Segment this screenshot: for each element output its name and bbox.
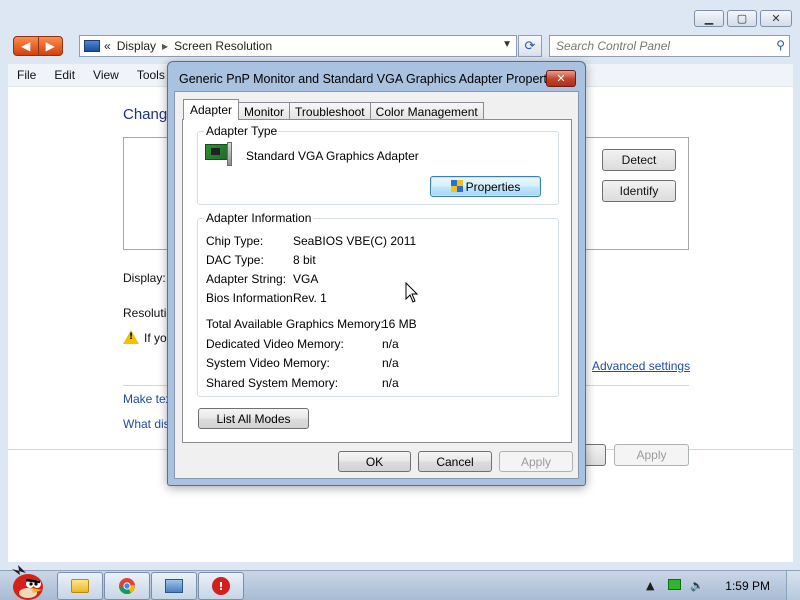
chip-type-value: SeaBIOS VBE(C) 2011	[293, 234, 417, 248]
chrome-icon	[119, 578, 135, 595]
taskbar-display-settings[interactable]	[151, 572, 197, 600]
advanced-settings-link[interactable]: Advanced settings	[592, 359, 690, 373]
identify-button[interactable]: Identify	[602, 180, 676, 202]
taskbar-app[interactable]: !	[198, 572, 244, 600]
maximize-button[interactable]: ▢	[727, 10, 757, 27]
nav-buttons: ◀ ▶	[13, 36, 63, 56]
volume-icon[interactable]: 🔈	[690, 579, 704, 592]
detect-button[interactable]: Detect	[602, 149, 676, 171]
adapter-type-legend: Adapter Type	[204, 124, 280, 138]
refresh-icon[interactable]: ⟳	[518, 35, 542, 57]
taskbar-chrome[interactable]	[104, 572, 150, 600]
cancel-button[interactable]: Cancel	[418, 451, 492, 472]
tab-strip: Adapter Monitor Troubleshoot Color Manag…	[183, 99, 484, 120]
taskbar: ! ▲ 🔈 1:59 PM	[0, 565, 800, 600]
apply-button[interactable]: Apply	[614, 444, 689, 466]
apply-button-disabled[interactable]: Apply	[499, 451, 573, 472]
dialog-body: Adapter Monitor Troubleshoot Color Manag…	[174, 91, 579, 479]
system-video-memory-value: n/a	[382, 356, 399, 370]
display-label: Display:	[123, 271, 166, 285]
shared-system-memory-label: Shared System Memory:	[206, 376, 339, 390]
adapter-properties-dialog: Generic PnP Monitor and Standard VGA Gra…	[167, 61, 586, 486]
adapter-tab-panel: Adapter Type Standard VGA Graphics Adapt…	[182, 119, 572, 443]
clock[interactable]: 1:59 PM	[725, 579, 770, 593]
menu-file[interactable]: File	[8, 68, 45, 82]
bios-information-value: Rev. 1	[293, 291, 327, 305]
address-bar[interactable]: « Display ▸ Screen Resolution ▼	[79, 35, 517, 57]
menu-view[interactable]: View	[84, 68, 128, 82]
shared-system-memory-value: n/a	[382, 376, 399, 390]
system-video-memory-label: System Video Memory:	[206, 356, 330, 370]
what-display-settings-link[interactable]: What dis	[123, 417, 170, 431]
red-app-icon: !	[212, 577, 230, 595]
tab-adapter[interactable]: Adapter	[183, 99, 240, 120]
network-icon[interactable]	[668, 579, 681, 590]
tab-troubleshoot[interactable]: Troubleshoot	[289, 102, 371, 120]
dedicated-video-memory-value: n/a	[382, 337, 399, 351]
adapter-name: Standard VGA Graphics Adapter	[246, 149, 419, 163]
uac-shield-icon	[450, 180, 463, 193]
dialog-titlebar[interactable]: Generic PnP Monitor and Standard VGA Gra…	[168, 62, 585, 94]
page-title: Chang	[123, 106, 168, 123]
minimize-button[interactable]: ▁	[694, 10, 724, 27]
adapter-string-value: VGA	[293, 272, 319, 286]
show-desktop-button[interactable]	[786, 571, 800, 600]
make-text-larger-link[interactable]: Make tex	[123, 392, 172, 406]
breadcrumb-overflow[interactable]: «	[104, 39, 111, 53]
properties-button-label: Properties	[465, 179, 521, 194]
tab-color-management[interactable]: Color Management	[369, 102, 484, 120]
bios-information-label: Bios Information:	[206, 291, 297, 305]
window-controls: ▁ ▢ ✕	[694, 10, 792, 27]
display-settings-icon	[165, 579, 183, 593]
total-graphics-memory-value: 16 MB	[382, 317, 417, 331]
resolution-label: Resolutio	[123, 306, 174, 320]
chevron-down-icon[interactable]: ▼	[502, 39, 512, 50]
adapter-string-label: Adapter String:	[206, 272, 287, 286]
control-panel-icon	[84, 40, 100, 52]
adapter-information-group: Adapter Information Chip Type: SeaBIOS V…	[197, 211, 559, 397]
tab-monitor[interactable]: Monitor	[238, 102, 291, 120]
start-button[interactable]	[6, 563, 46, 600]
properties-button[interactable]: Properties	[430, 176, 541, 197]
taskbar-explorer[interactable]	[57, 572, 103, 600]
forward-arrow-icon[interactable]: ▶	[39, 37, 63, 55]
search-icon[interactable]: ⚲	[776, 38, 785, 52]
search-placeholder: Search Control Panel	[556, 39, 671, 53]
breadcrumb-screen-resolution[interactable]: Screen Resolution	[174, 39, 272, 53]
breadcrumb-display[interactable]: Display	[117, 39, 156, 53]
breadcrumb-separator-icon[interactable]: ▸	[162, 39, 168, 53]
dialog-title: Generic PnP Monitor and Standard VGA Gra…	[179, 72, 564, 86]
dac-type-label: DAC Type:	[206, 253, 264, 267]
show-hidden-icons-icon[interactable]: ▲	[646, 579, 654, 592]
warning-text: If yo	[144, 331, 167, 345]
back-arrow-icon[interactable]: ◀	[14, 37, 39, 55]
dedicated-video-memory-label: Dedicated Video Memory:	[206, 337, 344, 351]
adapter-information-legend: Adapter Information	[204, 211, 314, 225]
navigation-bar: ◀ ▶ « Display ▸ Screen Resolution ▼ ⟳ Se…	[0, 34, 800, 58]
dialog-close-button[interactable]: ✕	[546, 70, 576, 87]
search-input[interactable]: Search Control Panel ⚲	[549, 35, 790, 57]
ok-button[interactable]: OK	[338, 451, 411, 472]
adapter-type-group: Adapter Type Standard VGA Graphics Adapt…	[197, 124, 559, 205]
list-all-modes-button[interactable]: List All Modes	[198, 408, 309, 429]
folder-icon	[71, 579, 89, 593]
dac-type-value: 8 bit	[293, 253, 316, 267]
warning-icon	[123, 330, 139, 344]
total-graphics-memory-label: Total Available Graphics Memory:	[206, 317, 384, 331]
chip-type-label: Chip Type:	[206, 234, 264, 248]
video-card-icon	[205, 142, 233, 166]
menu-edit[interactable]: Edit	[45, 68, 84, 82]
window-close-button[interactable]: ✕	[760, 10, 792, 27]
angry-bird-icon	[12, 565, 43, 600]
